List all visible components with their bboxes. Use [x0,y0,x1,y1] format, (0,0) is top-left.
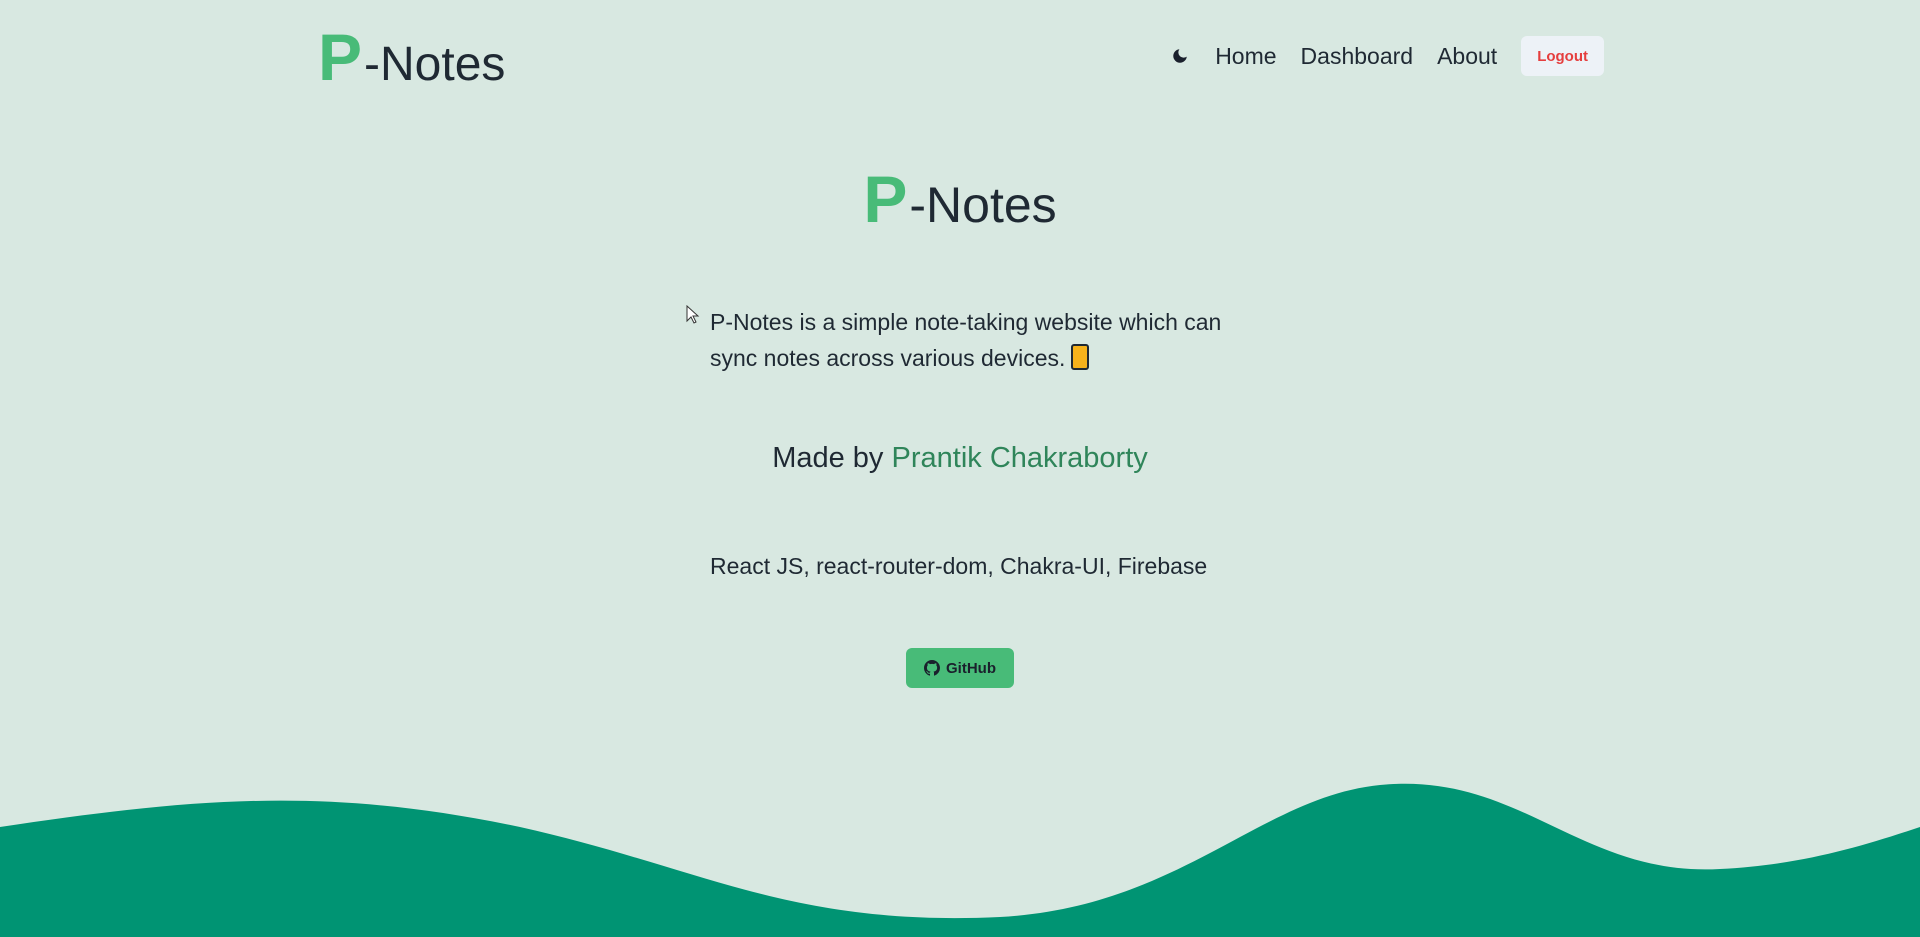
brand-logo-p: P [318,20,363,94]
app-description: P-Notes is a simple note-taking website … [710,304,1230,376]
brand-logo-text: -Notes [364,38,506,91]
page-title-text: -Notes [909,177,1057,233]
mouse-cursor-icon [686,305,700,324]
github-button[interactable]: GitHub [906,648,1014,688]
nav-link-about[interactable]: About [1437,43,1497,70]
nav-link-home[interactable]: Home [1215,43,1276,70]
app-description-text: P-Notes is a simple note-taking website … [710,309,1222,371]
brand-logo[interactable]: P -Notes [318,24,505,90]
mobile-phone-icon [1071,344,1090,370]
nav-menu: Home Dashboard About Logout [1165,36,1604,76]
github-button-label: GitHub [946,659,996,677]
decorative-wave [0,783,1920,937]
author-link[interactable]: Prantik Chakraborty [892,442,1148,474]
nav-link-dashboard[interactable]: Dashboard [1301,43,1414,70]
moon-icon [1173,49,1187,63]
made-by-prefix: Made by [772,442,884,474]
made-by-line: Made by Prantik Chakraborty [0,442,1920,475]
page-title: P -Notes [0,166,1920,232]
page-title-p: P [863,162,908,236]
theme-toggle-button[interactable] [1165,41,1195,71]
tech-stack: React JS, react-router-dom, Chakra-UI, F… [710,553,1208,579]
github-icon [924,660,940,676]
logout-button[interactable]: Logout [1521,36,1604,76]
navbar: P -Notes Home Dashboard About Logout [0,0,1920,115]
